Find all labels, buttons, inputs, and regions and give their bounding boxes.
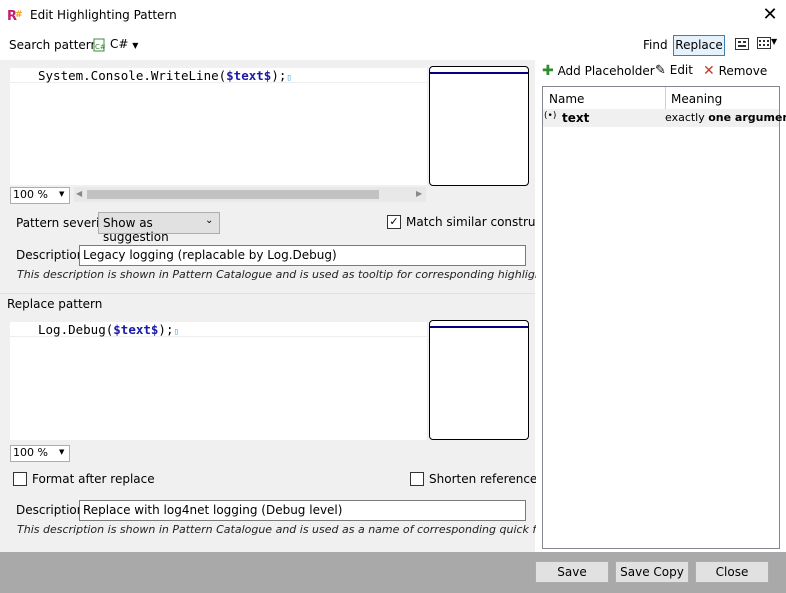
replace-zoom-select[interactable]: 100 % ▼ bbox=[10, 445, 70, 462]
tab-find[interactable]: Find bbox=[643, 38, 668, 52]
search-description-label: Description bbox=[16, 248, 85, 262]
match-similar-label: Match similar constructs bbox=[406, 215, 554, 229]
replace-description-input[interactable]: Replace with log4net logging (Debug leve… bbox=[79, 500, 526, 521]
search-pattern-label: Search pattern bbox=[9, 38, 99, 52]
scroll-right-icon[interactable]: ▶ bbox=[416, 189, 422, 198]
shorten-references-label: Shorten references bbox=[429, 472, 544, 486]
tab-replace[interactable]: Replace bbox=[673, 35, 725, 56]
placeholders-table: Name Meaning (•) text exactly one argume… bbox=[542, 86, 786, 549]
placeholder-type-icon: (•) bbox=[544, 111, 557, 121]
pattern-icon[interactable] bbox=[735, 38, 749, 50]
chevron-down-icon: ▼ bbox=[59, 190, 65, 198]
replace-description-note: This description is shown in Pattern Cat… bbox=[17, 523, 547, 536]
search-description-note: This description is shown in Pattern Cat… bbox=[17, 268, 564, 281]
table-header: Name Meaning bbox=[543, 87, 779, 110]
placeholder-meaning: exactly one argument bbox=[665, 111, 786, 124]
placeholder-token: $text$ bbox=[113, 322, 159, 337]
remove-placeholder-button[interactable]: ✕ Remove bbox=[703, 63, 767, 79]
replace-pattern-label: Replace pattern bbox=[7, 297, 103, 311]
pattern-options-dropdown[interactable]: ▼ bbox=[757, 37, 777, 52]
grid-icon bbox=[757, 37, 771, 49]
language-label: C# bbox=[110, 37, 129, 51]
add-placeholder-button[interactable]: ✚ Add Placeholder bbox=[542, 63, 655, 79]
save-button[interactable]: Save bbox=[535, 561, 609, 583]
svg-text:C#: C# bbox=[95, 43, 106, 51]
plus-icon: ✚ bbox=[542, 63, 554, 79]
severity-select[interactable]: Show as suggestion ⌄ bbox=[98, 212, 220, 244]
placeholder-token: $text$ bbox=[226, 68, 272, 83]
chevron-down-icon: ⌄ bbox=[205, 215, 214, 226]
placeholder-name: text bbox=[562, 111, 590, 125]
scroll-thumb[interactable] bbox=[87, 190, 379, 199]
replace-description-label: Description bbox=[16, 503, 85, 517]
replace-code-editor[interactable]: Log.Debug($text$);▯ bbox=[10, 322, 427, 440]
match-similar-checkbox[interactable]: ✓ bbox=[387, 215, 401, 229]
column-header-meaning[interactable]: Meaning bbox=[671, 92, 722, 106]
search-code-editor[interactable]: System.Console.WriteLine($text$);▯ bbox=[10, 68, 427, 185]
search-description-input[interactable]: Legacy logging (replacable by Log.Debug) bbox=[79, 245, 526, 266]
close-button[interactable]: Close bbox=[695, 561, 769, 583]
column-header-name[interactable]: Name bbox=[549, 92, 584, 106]
pencil-icon: ✎ bbox=[655, 63, 666, 78]
close-icon[interactable]: ✕ bbox=[760, 5, 780, 25]
search-horizontal-scrollbar[interactable]: ◀ ▶ bbox=[74, 187, 426, 202]
replace-code-line: Log.Debug($text$);▯ bbox=[38, 322, 179, 337]
chevron-down-icon: ▼ bbox=[59, 448, 65, 456]
search-zoom-select[interactable]: 100 % ▼ bbox=[10, 187, 70, 204]
replace-minimap bbox=[429, 320, 529, 440]
table-row[interactable]: (•) text exactly one argument bbox=[543, 109, 786, 127]
format-after-replace-label: Format after replace bbox=[32, 472, 155, 486]
window-title: Edit Highlighting Pattern bbox=[30, 8, 177, 22]
chevron-down-icon: ▼ bbox=[771, 37, 778, 46]
format-after-replace-checkbox[interactable] bbox=[13, 472, 27, 486]
save-copy-button[interactable]: Save Copy bbox=[615, 561, 689, 583]
chevron-down-icon: ▼ bbox=[132, 41, 139, 50]
edit-placeholder-button[interactable]: ✎ Edit bbox=[655, 63, 693, 78]
search-minimap bbox=[429, 66, 529, 186]
remove-icon: ✕ bbox=[703, 63, 715, 79]
search-code-line: System.Console.WriteLine($text$);▯ bbox=[38, 68, 292, 83]
language-selector[interactable]: C# ▼ bbox=[110, 37, 138, 51]
csharp-file-icon: C# bbox=[93, 38, 106, 52]
shorten-references-checkbox[interactable] bbox=[410, 472, 424, 486]
app-logo-icon: R # bbox=[7, 7, 25, 23]
severity-label: Pattern severity bbox=[16, 216, 112, 230]
scroll-left-icon[interactable]: ◀ bbox=[76, 189, 82, 198]
svg-text:#: # bbox=[15, 10, 23, 20]
title-bar: R # Edit Highlighting Pattern ✕ bbox=[0, 0, 786, 32]
